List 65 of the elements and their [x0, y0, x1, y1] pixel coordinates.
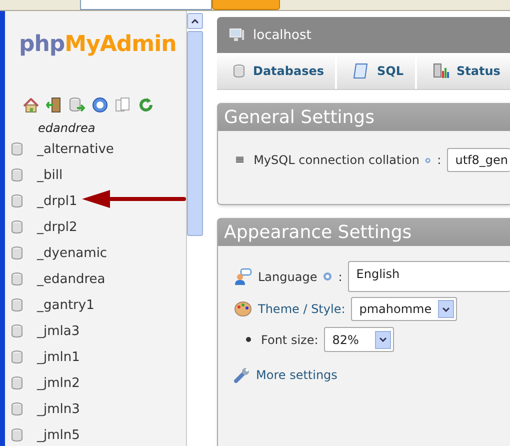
database-link[interactable]: _alternative — [37, 142, 114, 156]
bullet-icon — [246, 337, 251, 342]
font-size-select[interactable]: 82% — [324, 327, 394, 352]
database-link[interactable]: _jmln3 — [37, 402, 80, 416]
panel-title: General Settings — [218, 104, 510, 131]
palette-icon — [234, 301, 252, 317]
panel-title: Appearance Settings — [218, 219, 510, 246]
server-chart-icon — [432, 63, 449, 79]
tab[interactable]: SQL — [337, 53, 417, 89]
scroll-icon — [353, 63, 370, 79]
database-icon — [11, 246, 23, 260]
database-link[interactable]: _dyenamic — [37, 246, 108, 260]
database-icon — [11, 142, 23, 156]
database-icon — [11, 272, 23, 286]
person-speech-icon — [234, 268, 252, 286]
database-icon — [11, 402, 23, 416]
database-icon — [11, 168, 23, 182]
database-link[interactable]: _jmln5 — [37, 428, 80, 442]
more-settings-link[interactable]: More settings — [256, 368, 338, 382]
app-logo: phpMyAdmin — [19, 32, 178, 57]
caret-up-icon — [191, 18, 199, 24]
font-size-label: Font size: — [261, 332, 318, 346]
refresh-icon[interactable] — [138, 97, 154, 113]
language-label: Language — [258, 270, 318, 284]
collation-label: MySQL connection collation — [254, 153, 420, 167]
home-icon[interactable] — [23, 98, 39, 112]
colon: : — [437, 153, 442, 167]
database-icon — [11, 220, 23, 234]
language-select[interactable]: English — [348, 261, 510, 292]
caret-icon — [442, 306, 450, 312]
collation-select[interactable]: utf8_gen — [447, 148, 510, 172]
database-link[interactable]: _drpl2 — [37, 220, 78, 234]
database-icon — [11, 350, 23, 364]
database-link[interactable]: _jmla3 — [37, 324, 80, 338]
scrollbar-thumb[interactable] — [187, 31, 203, 236]
database-icon — [233, 64, 245, 78]
caret-icon — [378, 337, 387, 342]
help-icon[interactable] — [92, 97, 108, 113]
documents-icon[interactable] — [115, 97, 131, 113]
server-icon — [229, 28, 245, 42]
theme-link[interactable]: Theme / Style: — [258, 302, 346, 316]
search-field[interactable] — [80, 0, 212, 10]
wrench-icon — [234, 367, 250, 383]
server-user-label: edandrea — [38, 121, 96, 135]
scroll-up-button[interactable] — [187, 13, 203, 29]
database-link[interactable]: _edandrea — [37, 272, 106, 286]
database-icon — [11, 376, 23, 390]
theme-select[interactable]: pmahomme — [351, 297, 457, 321]
server-name[interactable]: localhost — [253, 28, 312, 42]
database-link[interactable]: _jmln2 — [37, 376, 80, 390]
exit-door-icon[interactable] — [46, 97, 62, 113]
database-arrow-icon[interactable] — [69, 97, 85, 113]
database-link[interactable]: _gantry1 — [37, 298, 94, 312]
database-icon — [11, 428, 23, 442]
list-icon — [236, 155, 244, 165]
database-icon — [11, 298, 23, 312]
colon: : — [338, 270, 342, 284]
database-icon — [11, 324, 23, 338]
database-icon — [11, 194, 23, 208]
database-link[interactable]: _drpl1 — [37, 194, 78, 208]
database-link[interactable]: _bill — [37, 168, 63, 182]
tab[interactable]: Databases — [217, 53, 338, 89]
search-button[interactable] — [212, 0, 280, 10]
database-link[interactable]: _jmln1 — [37, 350, 80, 364]
tab[interactable]: Status — [416, 53, 510, 89]
